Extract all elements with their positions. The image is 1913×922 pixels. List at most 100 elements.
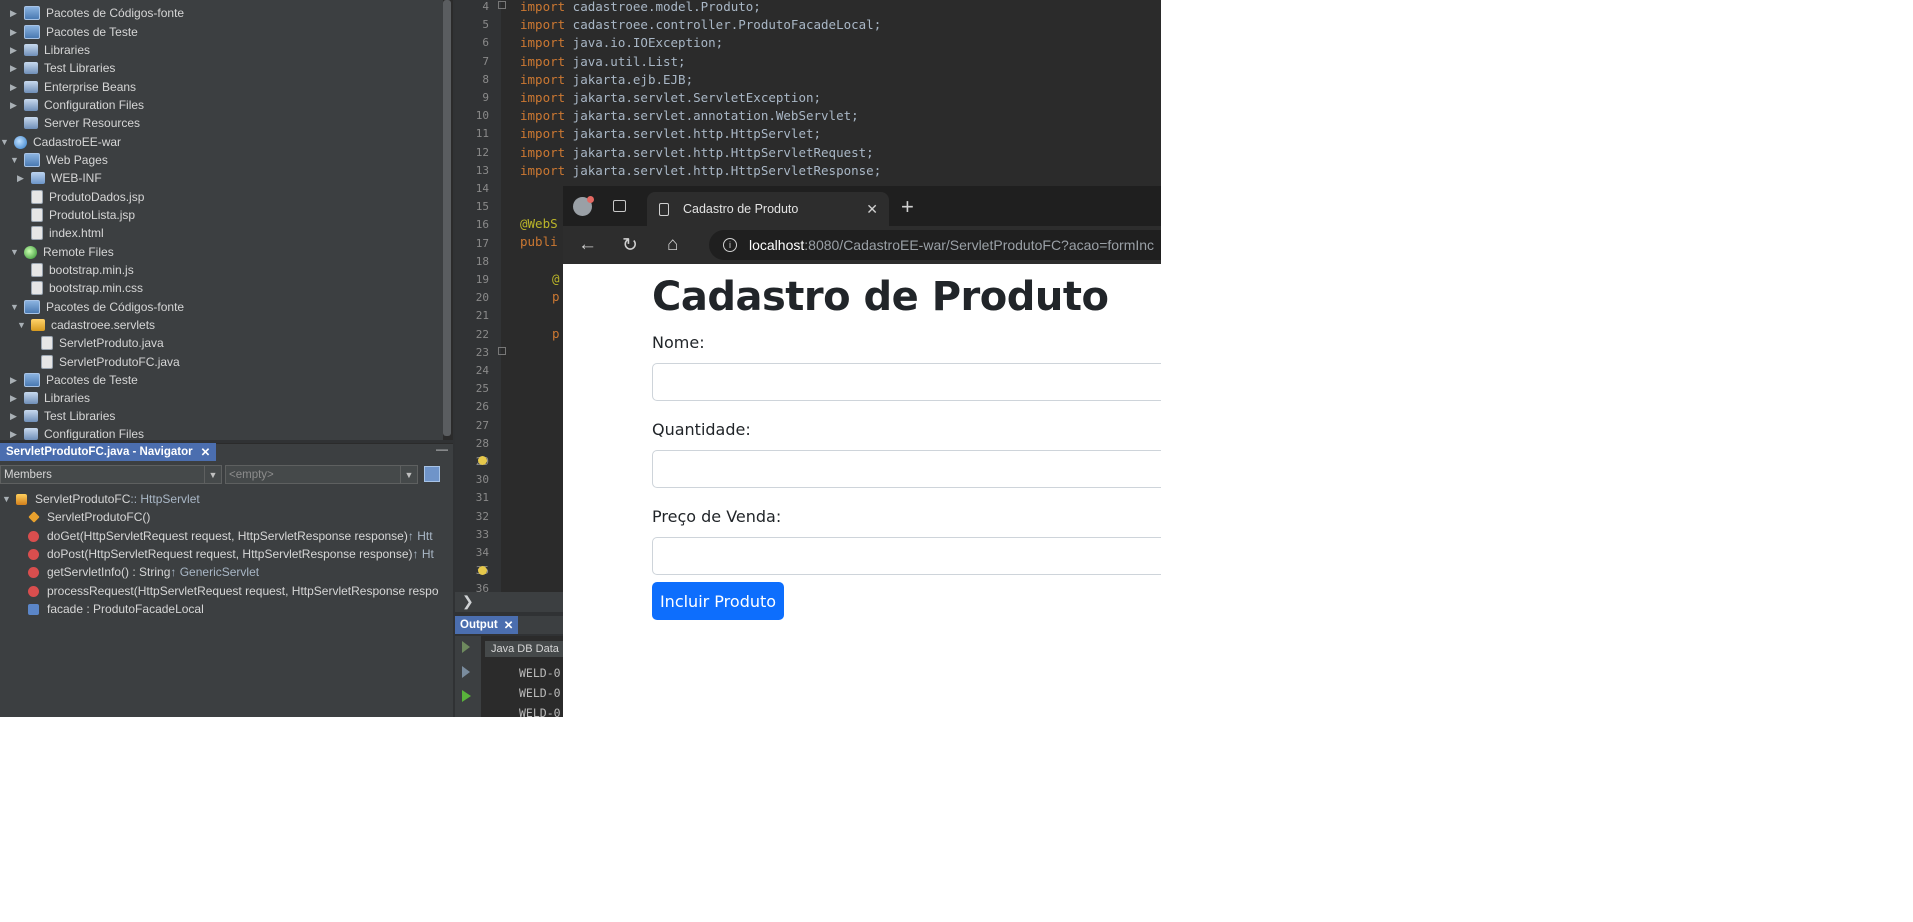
page-icon (659, 202, 669, 216)
expand-toggle-icon[interactable]: ▶ (10, 393, 20, 404)
tree-node[interactable]: Server Resources (10, 114, 140, 132)
preco-venda-input[interactable] (652, 537, 1161, 575)
members-dropdown[interactable]: Members ▼ (0, 465, 222, 484)
fold-icon[interactable] (498, 347, 506, 355)
navigator-member[interactable]: doGet(HttpServletRequest request, HttpSe… (28, 527, 433, 545)
expand-toggle-icon[interactable]: ▶ (10, 100, 20, 111)
tree-node[interactable]: ▶ Configuration Files (10, 425, 144, 440)
tree-node[interactable]: ▼ Web Pages (10, 151, 108, 169)
expand-toggle-icon[interactable]: ▶ (17, 173, 27, 184)
project-tree: ▶ Pacotes de Códigos-fonte ▶ Pacotes de Te… (0, 0, 443, 440)
tree-node[interactable]: ▶ WEB-INF (17, 169, 102, 187)
nome-input[interactable] (652, 363, 1161, 401)
tree-node[interactable]: ServletProdutoFC.java (27, 353, 180, 371)
browser-tab[interactable]: Cadastro de Produto ✕ (647, 192, 889, 226)
tree-node[interactable]: ▶ Enterprise Beans (10, 78, 136, 96)
code-text: jakarta.servlet.ServletException; (565, 90, 822, 105)
line-number: 8 (482, 72, 489, 86)
fold-icon[interactable] (498, 1, 506, 9)
filter-dropdown[interactable]: <empty> ▼ (225, 465, 418, 484)
reload-icon[interactable]: ↻ (622, 234, 638, 257)
output-tab[interactable]: Output ✕ (455, 616, 519, 634)
configuration-files-icon (24, 428, 38, 440)
new-tab-button[interactable]: + (901, 194, 914, 220)
line-number: 15 (475, 200, 489, 214)
chevron-down-icon[interactable]: ▼ (400, 466, 417, 483)
collapse-toggle-icon[interactable]: ▼ (0, 137, 10, 147)
line-number: 5 (482, 18, 489, 32)
code-line: import jakarta.ejb.EJB; (520, 72, 693, 87)
tree-node[interactable]: ProdutoDados.jsp (17, 188, 144, 206)
collapse-toggle-icon[interactable]: ▼ (10, 302, 20, 312)
address-bar[interactable]: i localhost:8080/CadastroEE-war/ServletP… (709, 230, 1161, 260)
class-icon (16, 493, 27, 505)
incluir-produto-button[interactable]: Incluir Produto (652, 582, 784, 620)
code-keyword: import (520, 17, 566, 33)
home-icon[interactable]: ⌂ (667, 234, 678, 256)
tab-actions-icon[interactable] (613, 200, 626, 212)
tree-node[interactable]: ▶ Test Libraries (10, 407, 115, 425)
collapse-toggle-icon[interactable]: ▼ (10, 247, 20, 257)
tree-scrollbar-thumb[interactable] (443, 0, 451, 436)
navigator-member[interactable]: processRequest(HttpServletRequest reques… (28, 582, 439, 600)
tree-node[interactable]: ▶ Pacotes de Códigos-fonte (10, 4, 184, 22)
output-line: WELD-0 (519, 706, 561, 717)
minimize-icon[interactable]: — (436, 443, 448, 455)
code-line: import jakarta.servlet.http.HttpServlet; (520, 126, 821, 141)
chevron-down-icon[interactable]: ▼ (204, 466, 221, 483)
code-text: java.io.IOException; (565, 35, 724, 51)
line-number: 7 (482, 54, 489, 68)
hint-bulb-icon[interactable] (478, 456, 487, 465)
navigator-tab[interactable]: ServletProdutoFC.java - Navigator ✕ (0, 443, 217, 461)
quantidade-input[interactable] (652, 450, 1161, 488)
line-number: 22 (475, 327, 489, 341)
expand-toggle-icon[interactable]: ▶ (10, 8, 20, 19)
rerun-all-icon[interactable] (462, 690, 471, 702)
line-number: 10 (475, 109, 489, 123)
tree-node[interactable]: ▶ Libraries (10, 389, 90, 407)
tree-node[interactable]: bootstrap.min.js (17, 261, 134, 279)
tree-node[interactable]: ProdutoLista.jsp (17, 206, 135, 224)
hint-bulb-icon[interactable] (478, 566, 487, 575)
expand-toggle-icon[interactable]: ▶ (10, 63, 20, 74)
navigator-member[interactable]: doPost(HttpServletRequest request, HttpS… (28, 545, 434, 563)
collapse-toggle-icon[interactable]: ▼ (17, 320, 27, 330)
tree-node[interactable]: ▶ Configuration Files (10, 96, 144, 114)
tree-node[interactable]: ▶ Test Libraries (10, 59, 115, 77)
expand-toggle-icon[interactable]: ▶ (10, 429, 20, 440)
tree-node[interactable]: ▼ cadastroee.servlets (17, 316, 155, 334)
site-info-icon[interactable]: i (723, 238, 737, 252)
navigator-member[interactable]: getServletInfo() : String ↑ GenericServl… (28, 563, 259, 581)
tree-node[interactable]: ▶ Libraries (10, 41, 90, 59)
output-subtab[interactable]: Java DB Data (485, 641, 565, 657)
run-icon[interactable] (462, 641, 470, 653)
chevron-right-icon[interactable]: ❯ (462, 593, 474, 610)
filter-icon[interactable] (424, 466, 440, 482)
expand-toggle-icon[interactable]: ▶ (10, 411, 20, 422)
tree-node[interactable]: ServletProduto.java (27, 334, 164, 352)
web-page: Cadastro de Produto Nome: Quantidade: Pr… (563, 264, 1161, 717)
expand-toggle-icon[interactable]: ▶ (10, 375, 20, 386)
line-number: 31 (475, 491, 489, 505)
tree-node[interactable]: bootstrap.min.css (17, 279, 143, 297)
collapse-toggle-icon[interactable]: ▼ (2, 494, 12, 504)
tree-node[interactable]: ▼ CadastroEE-war (0, 133, 121, 151)
navigator-member[interactable]: facade : ProdutoFacadeLocal (28, 600, 204, 618)
tree-node[interactable]: ▶ Pacotes de Teste (10, 371, 138, 389)
expand-toggle-icon[interactable]: ▶ (10, 82, 20, 93)
code-text: jakarta.servlet.http.HttpServletRequest; (565, 144, 874, 160)
navigator-member[interactable]: ▼ ServletProdutoFC :: HttpServlet (2, 490, 200, 508)
tree-node[interactable]: ▼ Pacotes de Códigos-fonte (10, 298, 184, 316)
tree-node[interactable]: index.html (17, 224, 104, 242)
back-icon[interactable]: ← (578, 234, 597, 256)
tree-node[interactable]: ▶ Pacotes de Teste (10, 23, 138, 41)
close-icon[interactable]: ✕ (866, 201, 878, 218)
expand-toggle-icon[interactable]: ▶ (10, 27, 20, 38)
tree-node[interactable]: ▼ Remote Files (10, 243, 114, 261)
navigator-member[interactable]: ServletProdutoFC() (28, 508, 150, 526)
collapse-toggle-icon[interactable]: ▼ (10, 155, 20, 165)
rerun-icon[interactable] (462, 666, 470, 678)
expand-toggle-icon[interactable]: ▶ (10, 45, 20, 56)
close-icon[interactable]: ✕ (201, 445, 211, 459)
close-icon[interactable]: ✕ (504, 618, 514, 632)
